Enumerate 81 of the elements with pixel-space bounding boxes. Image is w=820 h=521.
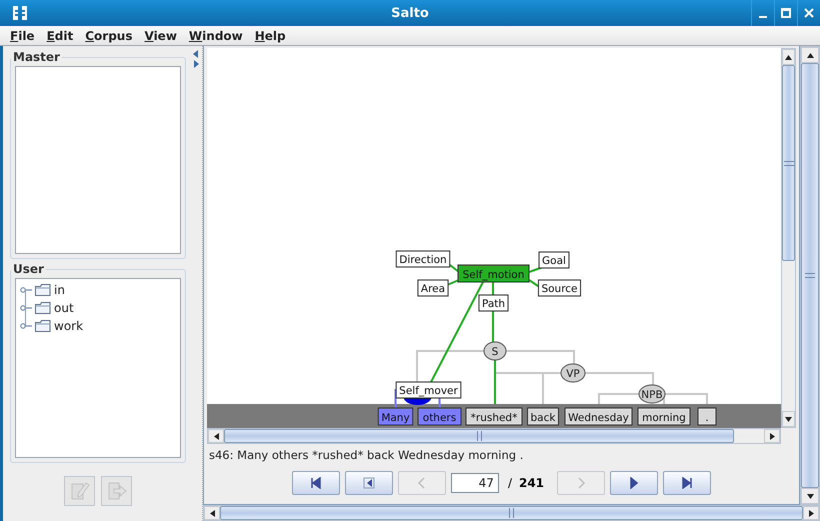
horizontal-scrollbar[interactable]: [207, 428, 781, 444]
menu-item[interactable]: Window: [182, 28, 249, 42]
frame-element-node[interactable]: Self_mover: [396, 382, 462, 398]
right-arrow-icon: [768, 432, 776, 440]
word-token[interactable]: back: [527, 408, 559, 426]
page-number-field[interactable]: 47: [450, 473, 499, 493]
triangle-right-icon: [628, 477, 640, 489]
down-arrow-icon: [806, 492, 814, 500]
frame-element-node[interactable]: Area: [417, 280, 449, 296]
scroll-right-button[interactable]: [764, 429, 780, 443]
scroll-up-button[interactable]: [801, 47, 819, 63]
panel-title: User: [12, 262, 45, 276]
vertical-scrollbar[interactable]: [781, 48, 796, 428]
pencil-page-icon: [70, 481, 90, 501]
graph-canvas[interactable]: Self_motion Direction Goal Area Source Path Self_mover S VP NPB Many others *rushed* back Wednesday morning .: [207, 48, 781, 428]
folder-icon: [35, 284, 51, 296]
scroll-right-button[interactable]: [803, 506, 819, 520]
tree-handle-icon[interactable]: [20, 322, 32, 330]
frame-node[interactable]: Self_motion: [458, 264, 530, 282]
folder-icon: [35, 320, 51, 332]
user-tree[interactable]: in out work: [15, 278, 181, 458]
last-button[interactable]: [663, 471, 712, 495]
close-icon: [804, 8, 814, 18]
skip-start-icon: [310, 477, 322, 489]
syntax-node[interactable]: VP: [560, 364, 586, 382]
previous-button[interactable]: [344, 471, 393, 495]
menu-item[interactable]: Corpus: [79, 28, 138, 42]
page-arrow-icon: [106, 481, 126, 501]
scroll-down-button[interactable]: [801, 488, 819, 504]
horizontal-scrollbar[interactable]: [203, 505, 820, 521]
menu-item[interactable]: Edit: [40, 28, 80, 42]
left-arrow-icon: [212, 432, 220, 440]
frame-element-node[interactable]: Direction: [396, 250, 450, 268]
scroll-left-button[interactable]: [208, 429, 224, 443]
scrollbar-thumb[interactable]: [782, 65, 795, 261]
down-arrow-icon: [785, 416, 792, 422]
maximize-icon: [781, 8, 791, 18]
scroll-up-button[interactable]: [782, 49, 795, 65]
tree-handle-icon[interactable]: [20, 304, 32, 312]
menu-item[interactable]: View: [138, 28, 183, 42]
tree-handle-icon[interactable]: [20, 286, 32, 294]
frame-element-node[interactable]: Goal: [538, 252, 570, 268]
tree-item[interactable]: work: [54, 319, 84, 333]
scrollbar-thumb[interactable]: [224, 429, 734, 443]
frame-element-node[interactable]: Path: [478, 294, 509, 312]
word-token[interactable]: morning: [638, 408, 690, 426]
first-button[interactable]: [292, 471, 340, 495]
up-arrow-icon: [785, 54, 792, 60]
next-button[interactable]: [610, 471, 658, 495]
tree-item[interactable]: in: [54, 283, 65, 297]
page-separator: /: [508, 476, 512, 490]
syntax-node[interactable]: NPB: [638, 384, 666, 404]
frame-element-node[interactable]: Source: [538, 280, 582, 296]
expand-right-icon[interactable]: [193, 60, 199, 68]
collapse-left-icon[interactable]: [193, 50, 199, 58]
scrollbar-thumb[interactable]: [220, 506, 803, 520]
word-token[interactable]: *rushed*: [466, 408, 522, 426]
left-arrow-icon: [208, 510, 216, 516]
right-arrow-icon: [808, 510, 814, 516]
up-arrow-icon: [806, 52, 814, 58]
scrollbar-thumb[interactable]: [801, 63, 819, 488]
folder-icon: [35, 302, 51, 314]
window-title: Salto: [391, 6, 429, 20]
skip-end-icon: [681, 477, 694, 489]
master-list[interactable]: [15, 66, 181, 254]
menu-item[interactable]: File: [4, 28, 41, 42]
scroll-down-button[interactable]: [782, 411, 795, 427]
word-token[interactable]: Many: [378, 408, 414, 426]
tree-item[interactable]: out: [54, 301, 74, 315]
app-logo-icon: [12, 5, 28, 21]
syntax-node[interactable]: S: [484, 342, 506, 360]
panel-title: Master: [12, 50, 61, 64]
word-token[interactable]: .: [698, 408, 716, 426]
sentence-text: s46: Many others *rushed* back Wednesday morning .: [208, 447, 524, 464]
word-token[interactable]: Wednesday: [564, 408, 632, 426]
menu-item[interactable]: Help: [248, 28, 292, 42]
word-token[interactable]: others: [418, 408, 462, 426]
scroll-left-button[interactable]: [204, 506, 220, 520]
vertical-scrollbar[interactable]: [800, 46, 820, 505]
page-total: 241: [518, 476, 544, 490]
minimize-icon: [758, 16, 768, 18]
